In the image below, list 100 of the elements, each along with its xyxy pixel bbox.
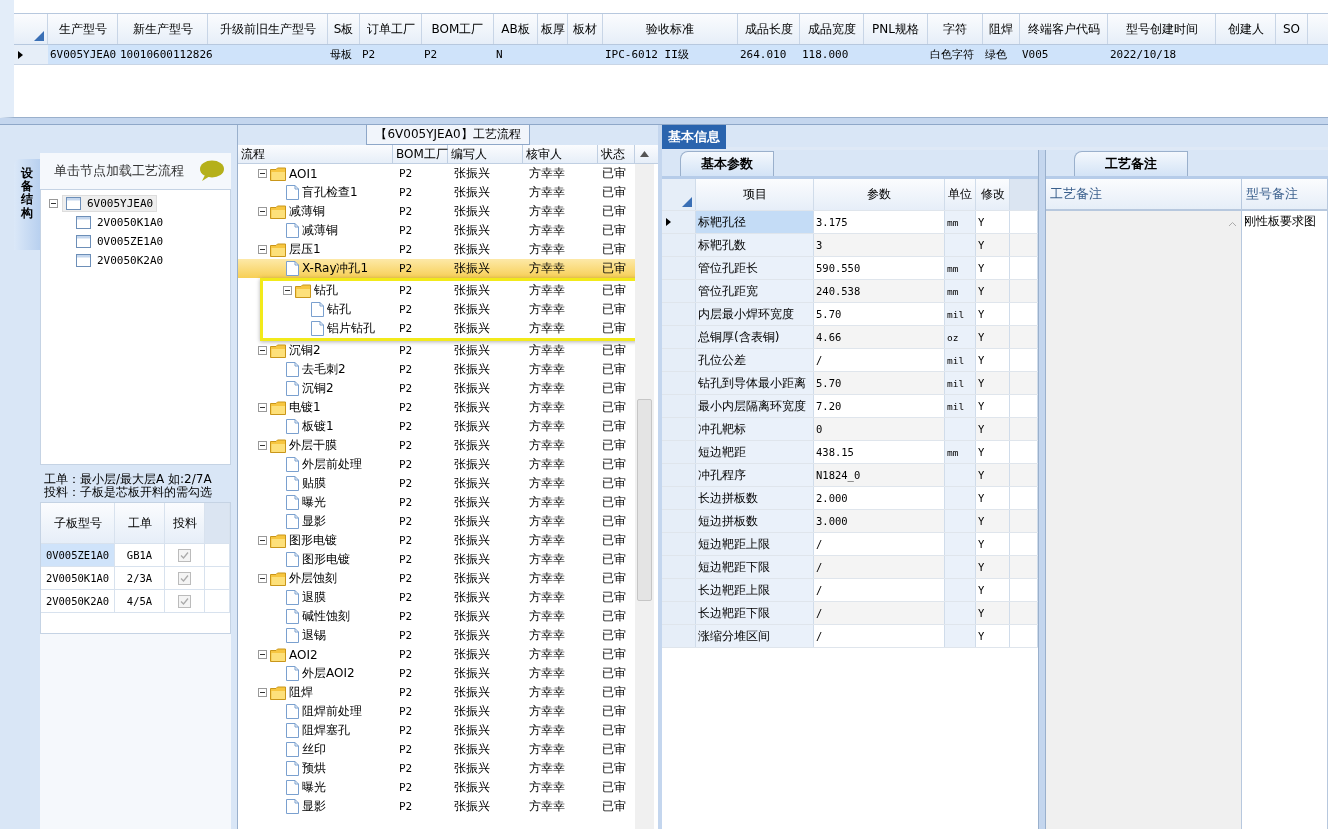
column-header[interactable]: 新生产型号 — [118, 14, 208, 44]
chevron-up-icon[interactable] — [1228, 221, 1237, 227]
row-header[interactable] — [662, 211, 696, 233]
checkbox[interactable] — [178, 594, 191, 608]
tree-row[interactable]: 减薄铜 P2 张振兴 方幸幸 已审 — [238, 221, 635, 240]
collapse-icon[interactable] — [258, 346, 267, 355]
column-header[interactable]: 成品宽度 — [800, 14, 864, 44]
tree-row[interactable]: 沉铜2 P2 张振兴 方幸幸 已审 — [238, 379, 635, 398]
window-icon — [76, 235, 91, 248]
tree-row[interactable]: X-Ray冲孔1 P2 张振兴 方幸幸 已审 — [238, 259, 635, 278]
column-header[interactable]: 项目 — [696, 179, 814, 210]
checkbox[interactable] — [178, 571, 191, 585]
tree-row[interactable]: 盲孔检查1 P2 张振兴 方幸幸 已审 — [238, 183, 635, 202]
column-header[interactable]: 升级前旧生产型号 — [208, 14, 328, 44]
column-header[interactable]: 工单 — [115, 503, 165, 543]
column-header[interactable]: 单位 — [945, 179, 976, 210]
tree-row[interactable]: 外层干膜 P2 张振兴 方幸幸 已审 — [238, 436, 635, 455]
tree-row[interactable]: 阻焊 P2 张振兴 方幸幸 已审 — [238, 683, 635, 702]
column-header[interactable]: 核审人 — [523, 145, 598, 163]
tree-row[interactable]: 曝光 P2 张振兴 方幸幸 已审 — [238, 778, 635, 797]
table-cell: Y — [978, 492, 985, 504]
collapse-icon[interactable] — [49, 199, 58, 208]
tree-row[interactable]: 阻焊前处理 P2 张振兴 方幸幸 已审 — [238, 702, 635, 721]
splitter-bar[interactable] — [1038, 150, 1046, 829]
column-header[interactable]: 工艺备注 — [1046, 179, 1242, 209]
tree-node[interactable]: 2V0050K2A0 — [73, 253, 167, 268]
tree-row[interactable]: 图形电镀 P2 张振兴 方幸幸 已审 — [238, 550, 635, 569]
collapse-icon[interactable] — [258, 650, 267, 659]
column-header[interactable]: 订单工厂 — [360, 14, 422, 44]
splitter-bar[interactable] — [0, 118, 1328, 125]
column-header[interactable]: 板厚 — [538, 14, 568, 44]
panel-tab[interactable]: 工艺备注 — [1074, 151, 1188, 176]
column-header[interactable]: 编写人 — [448, 145, 523, 163]
tree-row[interactable]: 丝印 P2 张振兴 方幸幸 已审 — [238, 740, 635, 759]
collapse-icon[interactable] — [283, 286, 292, 295]
tree-row[interactable]: AOI2 P2 张振兴 方幸幸 已审 — [238, 645, 635, 664]
column-header[interactable]: 型号创建时间 — [1108, 14, 1216, 44]
column-header[interactable]: 成品长度 — [738, 14, 800, 44]
tree-node[interactable]: 0V005ZE1A0 — [73, 234, 167, 249]
column-header[interactable]: 参数 — [814, 179, 945, 210]
tree-row[interactable]: AOI1 P2 张振兴 方幸幸 已审 — [238, 164, 635, 183]
tree-row[interactable]: 外层AOI2 P2 张振兴 方幸幸 已审 — [238, 664, 635, 683]
tree-row[interactable]: 减薄铜 P2 张振兴 方幸幸 已审 — [238, 202, 635, 221]
column-header[interactable]: AB板 — [494, 14, 538, 44]
tree-row[interactable]: 退锡 P2 张振兴 方幸幸 已审 — [238, 626, 635, 645]
table-cell: P2 — [399, 686, 413, 699]
tree-row[interactable]: 去毛刺2 P2 张振兴 方幸幸 已审 — [238, 360, 635, 379]
tree-row[interactable]: 电镀1 P2 张振兴 方幸幸 已审 — [238, 398, 635, 417]
collapse-icon[interactable] — [258, 441, 267, 450]
tree-node[interactable]: 2V0050K1A0 — [73, 215, 167, 230]
column-header[interactable]: 终端客户代码 — [1020, 14, 1108, 44]
panel-tab[interactable]: 基本参数 — [680, 151, 774, 176]
column-header[interactable]: 子板型号 — [41, 503, 115, 543]
tree-row[interactable]: 曝光 P2 张振兴 方幸幸 已审 — [238, 493, 635, 512]
column-header[interactable]: 字符 — [928, 14, 983, 44]
collapse-icon[interactable] — [258, 207, 267, 216]
tree-row[interactable]: 贴膜 P2 张振兴 方幸幸 已审 — [238, 474, 635, 493]
collapse-icon[interactable] — [258, 403, 267, 412]
tree-row[interactable]: 沉铜2 P2 张振兴 方幸幸 已审 — [238, 341, 635, 360]
column-header[interactable]: 型号备注 — [1242, 179, 1328, 209]
tree-row[interactable]: 板镀1 P2 张振兴 方幸幸 已审 — [238, 417, 635, 436]
tree-row[interactable]: 钻孔 P2 张振兴 方幸幸 已审 — [263, 281, 635, 300]
tree-row[interactable]: 外层前处理 P2 张振兴 方幸幸 已审 — [238, 455, 635, 474]
column-header[interactable]: BOM工厂 — [393, 145, 448, 163]
tree-row[interactable]: 阻焊塞孔 P2 张振兴 方幸幸 已审 — [238, 721, 635, 740]
column-header[interactable]: 板材 — [568, 14, 603, 44]
tree-row[interactable]: 层压1 P2 张振兴 方幸幸 已审 — [238, 240, 635, 259]
column-header[interactable]: 阻焊 — [983, 14, 1020, 44]
scrollbar-thumb[interactable] — [637, 399, 652, 601]
tree-row[interactable]: 图形电镀 P2 张振兴 方幸幸 已审 — [238, 531, 635, 550]
tree-row[interactable]: 外层蚀刻 P2 张振兴 方幸幸 已审 — [238, 569, 635, 588]
collapse-icon[interactable] — [258, 574, 267, 583]
tree-row[interactable]: 钻孔 P2 张振兴 方幸幸 已审 — [263, 300, 635, 319]
column-header[interactable]: 验收标准 — [603, 14, 738, 44]
column-header[interactable]: BOM工厂 — [422, 14, 494, 44]
document-icon — [286, 495, 299, 510]
table-row[interactable]: 6V005YJEA0 10010600112826 母板 P2 P2 N IPC-6012 II级 264.010 118.000 白色字符 绿色 V005 2022/10/18 — [14, 45, 1328, 65]
checkbox[interactable] — [178, 548, 191, 562]
document-icon — [286, 761, 299, 776]
column-header[interactable]: S板 — [328, 14, 360, 44]
column-header[interactable]: 生产型号 — [48, 14, 118, 44]
tree-row[interactable]: 碱性蚀刻 P2 张振兴 方幸幸 已审 — [238, 607, 635, 626]
tree-row[interactable]: 预烘 P2 张振兴 方幸幸 已审 — [238, 759, 635, 778]
scroll-up-icon[interactable] — [640, 151, 649, 157]
collapse-icon[interactable] — [258, 245, 267, 254]
tree-row[interactable]: 铝片钻孔 P2 张振兴 方幸幸 已审 — [263, 319, 635, 338]
collapse-icon[interactable] — [258, 536, 267, 545]
collapse-icon[interactable] — [258, 688, 267, 697]
column-header[interactable]: 流程 — [238, 145, 393, 163]
column-header[interactable]: PNL规格 — [864, 14, 928, 44]
window-icon — [76, 254, 91, 267]
tree-row[interactable]: 退膜 P2 张振兴 方幸幸 已审 — [238, 588, 635, 607]
column-header[interactable]: 状态 — [598, 145, 635, 163]
collapse-icon[interactable] — [258, 169, 267, 178]
tree-row[interactable]: 显影 P2 张振兴 方幸幸 已审 — [238, 512, 635, 531]
tree-row[interactable]: 显影 P2 张振兴 方幸幸 已审 — [238, 797, 635, 816]
tree-node[interactable]: 6V005YJEA0 — [62, 195, 158, 212]
panel-tab[interactable]: 基本信息 — [662, 125, 726, 149]
column-header[interactable]: 创建人 — [1216, 14, 1276, 44]
column-header[interactable]: SO — [1276, 14, 1308, 44]
